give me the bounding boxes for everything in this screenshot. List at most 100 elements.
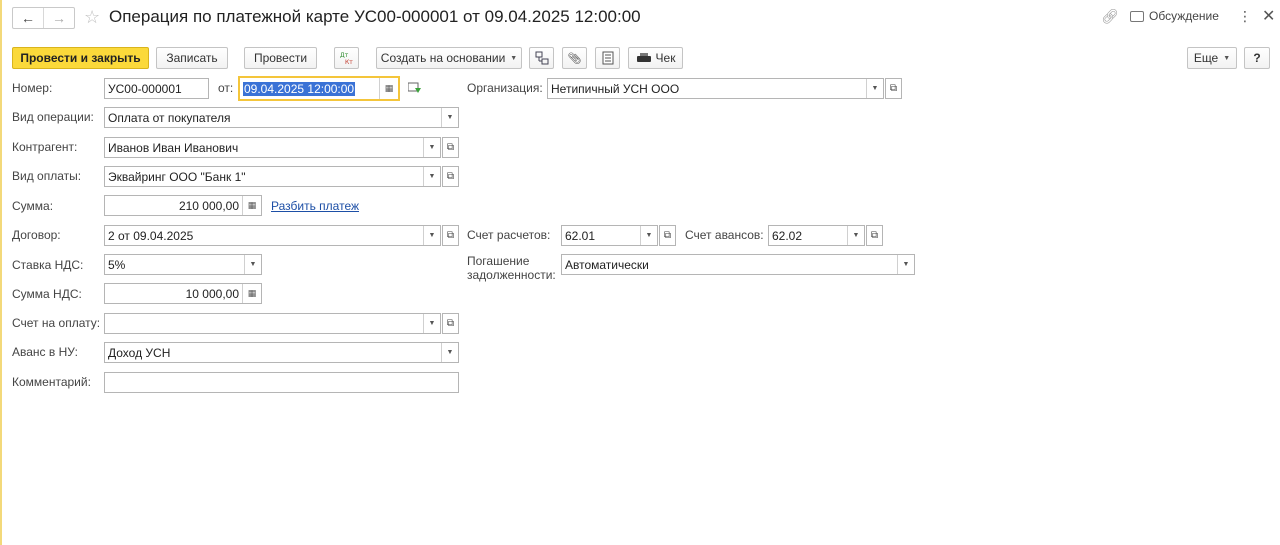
chevron-down-icon[interactable]: ▼ [423, 138, 440, 157]
operation-type-value: Оплата от покупателя [108, 110, 231, 125]
chevron-down-icon[interactable]: ▼ [423, 314, 440, 333]
open-icon[interactable]: ⧉ [659, 225, 676, 246]
open-icon[interactable]: ⧉ [442, 166, 459, 187]
advance-account-value: 62.02 [772, 228, 803, 243]
open-icon[interactable]: ⧉ [866, 225, 883, 246]
status-icon[interactable] [408, 82, 422, 94]
check-button[interactable]: Чек [628, 47, 683, 69]
help-button[interactable]: ? [1244, 47, 1270, 69]
chevron-down-icon[interactable]: ▼ [244, 255, 261, 274]
calculator-icon[interactable]: ▦ [242, 196, 261, 215]
navigation-buttons: ← → [12, 7, 75, 29]
chevron-down-icon: ▼ [510, 54, 518, 62]
comment-value [105, 373, 458, 392]
sum-field[interactable]: 210 000,00 ▦ [104, 195, 262, 216]
dtkt-button[interactable]: Дт Кт [334, 47, 359, 69]
discussion-button[interactable]: Обсуждение [1130, 9, 1219, 23]
back-arrow-icon[interactable]: ← [13, 8, 43, 28]
debt-repayment-label-line2: задолженности: [467, 268, 556, 282]
vat-sum-value: 10 000,00 [185, 286, 239, 301]
document-button[interactable] [595, 47, 620, 69]
date-field[interactable]: 09.04.2025 12:00:00 ▦ [238, 76, 400, 101]
number-field[interactable]: УС00-000001 [104, 78, 209, 99]
contract-label: Договор: [12, 228, 61, 242]
counterparty-label: Контрагент: [12, 140, 78, 154]
sum-label: Сумма: [12, 199, 54, 213]
discussion-icon [1130, 10, 1144, 22]
chevron-down-icon: ▼ [1223, 54, 1231, 62]
open-icon[interactable]: ⧉ [442, 313, 459, 334]
payment-type-value: Эквайринг ООО "Банк 1" [108, 169, 246, 184]
organization-label: Организация: [467, 81, 543, 95]
chevron-down-icon[interactable]: ▼ [423, 167, 440, 186]
advance-account-field[interactable]: 62.02 ▼ [768, 225, 865, 246]
date-value: 09.04.2025 12:00:00 [243, 81, 356, 96]
calendar-icon[interactable]: ▦ [379, 78, 398, 99]
advance-account-label: Счет авансов: [685, 228, 764, 242]
chevron-down-icon[interactable]: ▼ [441, 343, 458, 362]
comment-label: Комментарий: [12, 375, 91, 389]
save-button[interactable]: Записать [156, 47, 228, 69]
advance-nu-field[interactable]: Доход УСН ▼ [104, 342, 459, 363]
number-value: УС00-000001 [108, 81, 182, 96]
post-and-close-button[interactable]: Провести и закрыть [12, 47, 149, 69]
invoice-field[interactable]: ▼ [104, 313, 441, 334]
invoice-label: Счет на оплату: [12, 316, 101, 330]
structure-icon [535, 51, 548, 65]
payment-type-label: Вид оплаты: [12, 169, 82, 183]
forward-arrow-icon[interactable]: → [43, 8, 74, 28]
organization-value: Нетипичный УСН ООО [551, 81, 680, 96]
svg-text:Кт: Кт [345, 59, 353, 65]
close-icon[interactable]: ✕ [1262, 6, 1275, 26]
star-icon[interactable]: ☆ [84, 7, 100, 27]
contract-value: 2 от 09.04.2025 [108, 228, 194, 243]
sum-value: 210 000,00 [178, 198, 239, 213]
post-button[interactable]: Провести [244, 47, 317, 69]
attach-button[interactable]: 📎︎ [562, 47, 587, 69]
printer-icon [636, 53, 651, 62]
window-title: Операция по платежной карте УС00-000001 … [109, 7, 641, 26]
vat-sum-label: Сумма НДС: [12, 287, 82, 301]
debt-repayment-value: Автоматически [565, 257, 649, 272]
chevron-down-icon[interactable]: ▼ [897, 255, 914, 274]
vat-rate-value: 5% [108, 257, 126, 272]
open-icon[interactable]: ⧉ [442, 225, 459, 246]
number-label: Номер: [12, 81, 53, 95]
chevron-down-icon[interactable]: ▼ [423, 226, 440, 245]
window-left-border [0, 0, 2, 545]
settlement-account-field[interactable]: 62.01 ▼ [561, 225, 658, 246]
document-icon [602, 51, 613, 65]
create-based-on-button[interactable]: Создать на основании ▼ [376, 47, 522, 69]
operation-type-field[interactable]: Оплата от покупателя ▼ [104, 107, 459, 128]
open-icon[interactable]: ⧉ [885, 78, 902, 99]
more-icon[interactable]: ⋮ [1238, 8, 1252, 25]
debt-repayment-field[interactable]: Автоматически ▼ [561, 254, 915, 275]
comment-field[interactable] [104, 372, 459, 393]
chevron-down-icon[interactable]: ▼ [866, 79, 883, 98]
open-icon[interactable]: ⧉ [442, 137, 459, 158]
contract-field[interactable]: 2 от 09.04.2025 ▼ [104, 225, 441, 246]
discussion-label: Обсуждение [1149, 9, 1219, 23]
settlement-account-label: Счет расчетов: [467, 228, 551, 242]
counterparty-field[interactable]: Иванов Иван Иванович ▼ [104, 137, 441, 158]
title-bar: ← → ☆ Операция по платежной карте УС00-0… [0, 0, 1280, 36]
payment-type-field[interactable]: Эквайринг ООО "Банк 1" ▼ [104, 166, 441, 187]
calculator-icon[interactable]: ▦ [242, 284, 261, 303]
structure-button[interactable] [529, 47, 554, 69]
chevron-down-icon[interactable]: ▼ [640, 226, 657, 245]
organization-field[interactable]: Нетипичный УСН ООО ▼ [547, 78, 884, 99]
split-payment-link[interactable]: Разбить платеж [271, 199, 359, 213]
more-button[interactable]: Еще ▼ [1187, 47, 1237, 69]
settlement-account-value: 62.01 [565, 228, 596, 243]
date-label: от: [218, 81, 234, 95]
advance-nu-value: Доход УСН [108, 345, 171, 360]
link-icon[interactable]: 🔗︎ [1101, 8, 1119, 25]
vat-rate-field[interactable]: 5% ▼ [104, 254, 262, 275]
svg-text:Дт: Дт [340, 52, 349, 59]
vat-sum-field[interactable]: 10 000,00 ▦ [104, 283, 262, 304]
more-label: Еще [1193, 51, 1219, 65]
chevron-down-icon[interactable]: ▼ [847, 226, 864, 245]
check-label: Чек [655, 51, 676, 65]
paperclip-icon: 📎︎ [567, 52, 582, 65]
chevron-down-icon[interactable]: ▼ [441, 108, 458, 127]
